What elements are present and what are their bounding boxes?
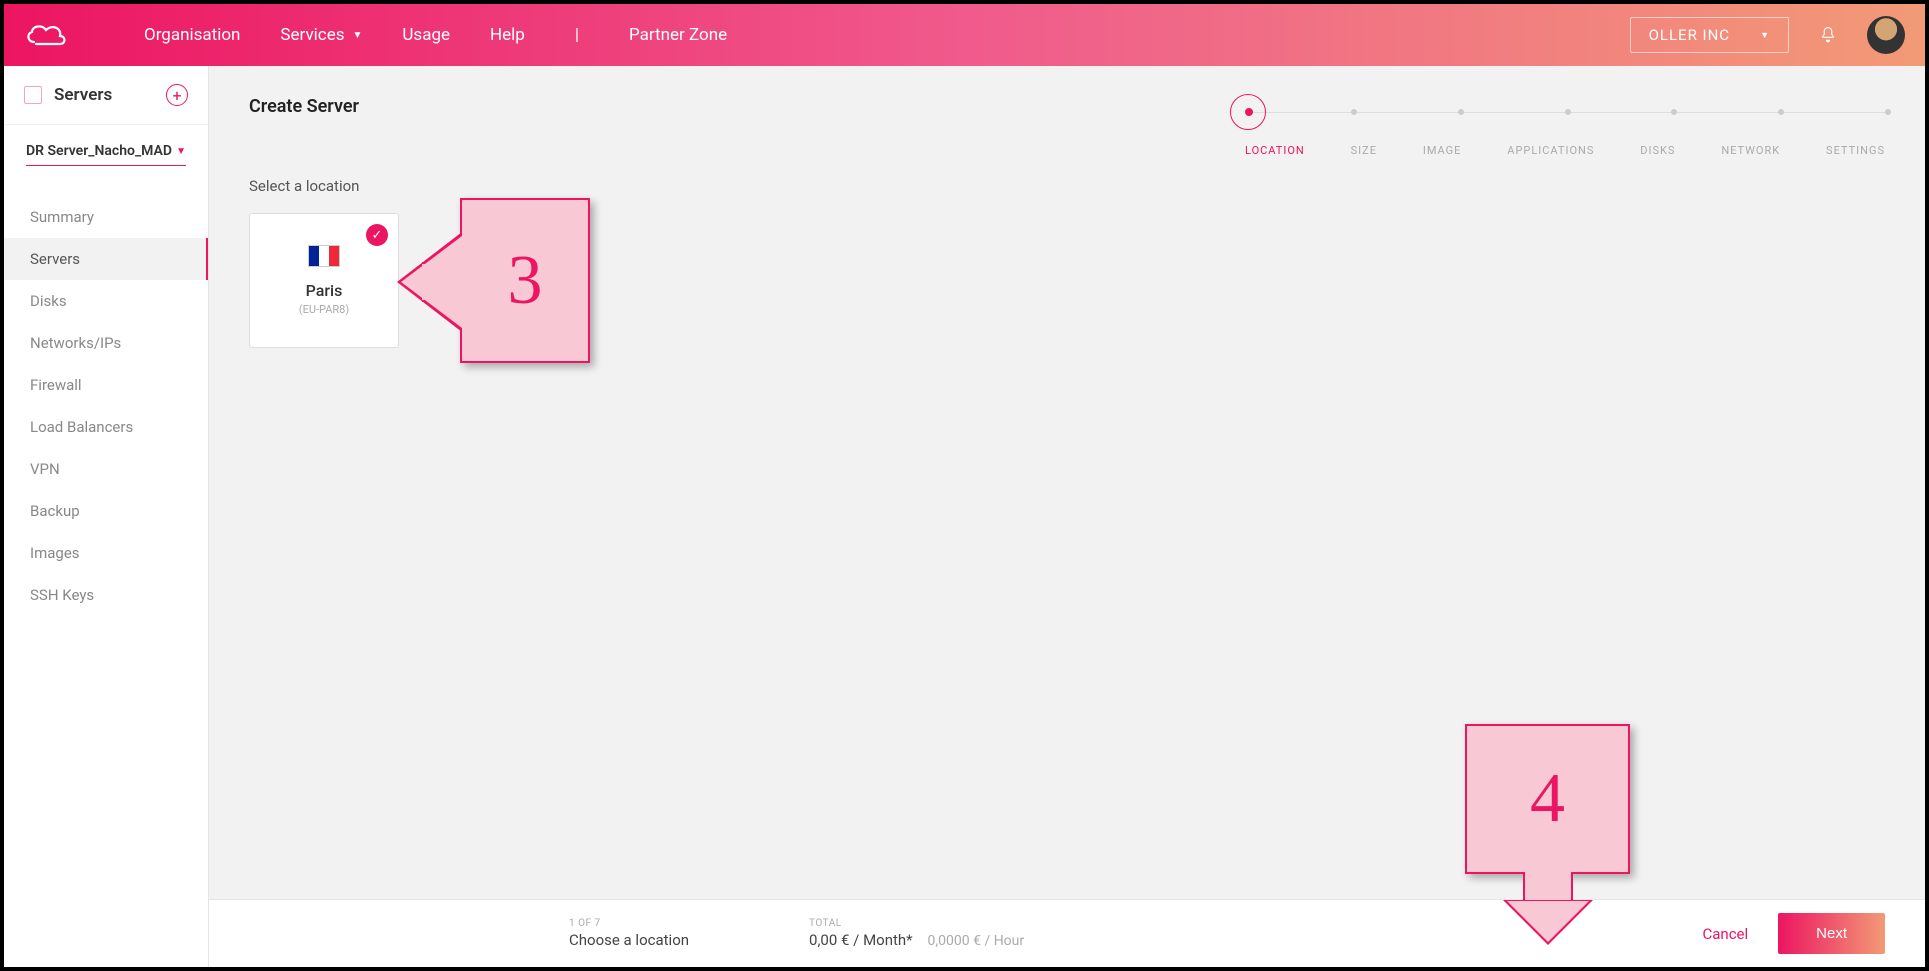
sidebar-item-backup[interactable]: Backup (4, 490, 208, 532)
nav-usage[interactable]: Usage (402, 25, 450, 45)
location-name: Paris (306, 281, 343, 300)
step-dot-network[interactable] (1778, 109, 1784, 115)
server-dropdown[interactable]: DR Server_Nacho_MAD ▼ (26, 143, 186, 166)
check-icon: ✓ (366, 224, 388, 246)
nav-help[interactable]: Help (490, 25, 525, 45)
step-dot-applications[interactable] (1565, 109, 1571, 115)
selected-server-name: DR Server_Nacho_MAD (26, 143, 172, 159)
sidebar-item-disks[interactable]: Disks (4, 280, 208, 322)
step-dot-size[interactable] (1351, 109, 1357, 115)
sidebar-item-loadbalancers[interactable]: Load Balancers (4, 406, 208, 448)
add-server-button[interactable]: + (166, 84, 188, 106)
footer-step-text: Choose a location (569, 931, 689, 949)
sidebar-item-sshkeys[interactable]: SSH Keys (4, 574, 208, 616)
nav-separator: | (575, 25, 579, 45)
footer-bar: 1 OF 7 Choose a location TOTAL 0,00 € / … (209, 899, 1925, 967)
caret-down-icon: ▼ (1760, 30, 1770, 41)
footer-total-label: TOTAL (809, 918, 1024, 929)
location-card-paris[interactable]: ✓ Paris (EU-PAR8) (249, 213, 399, 348)
annotation-callout-4: 4 (1465, 724, 1630, 932)
next-button[interactable]: Next (1778, 913, 1885, 954)
org-dropdown[interactable]: OLLER INC ▼ (1630, 17, 1789, 53)
sidebar: Servers + DR Server_Nacho_MAD ▼ Summary … (4, 66, 209, 967)
step-label-location: LOCATION (1245, 144, 1305, 157)
sidebar-menu: Summary Servers Disks Networks/IPs Firew… (4, 176, 208, 616)
nav-menu: Organisation Services ▼ Usage Help | Part… (144, 25, 727, 45)
step-dot-disks[interactable] (1671, 109, 1677, 115)
sidebar-item-servers[interactable]: Servers (4, 238, 208, 280)
sidebar-item-vpn[interactable]: VPN (4, 448, 208, 490)
org-name: OLLER INC (1649, 26, 1731, 44)
nav-organisation[interactable]: Organisation (144, 25, 240, 45)
step-label-network: NETWORK (1721, 144, 1780, 157)
step-dot-settings[interactable] (1885, 109, 1891, 115)
cancel-button[interactable]: Cancel (1702, 925, 1748, 943)
annotation-number-4: 4 (1530, 759, 1565, 839)
step-label-settings: SETTINGS (1826, 144, 1885, 157)
step-dot-location[interactable] (1245, 108, 1253, 116)
footer-price-month: 0,00 € / Month* (809, 931, 913, 949)
section-label: Select a location (249, 177, 1885, 195)
avatar[interactable] (1867, 16, 1905, 54)
server-selector: DR Server_Nacho_MAD ▼ (4, 125, 208, 176)
step-label-size: SIZE (1351, 144, 1377, 157)
nav-services[interactable]: Services ▼ (280, 25, 362, 45)
sidebar-item-firewall[interactable]: Firewall (4, 364, 208, 406)
bell-icon[interactable] (1819, 26, 1837, 44)
nav-partner-zone[interactable]: Partner Zone (629, 25, 727, 45)
sidebar-item-networks[interactable]: Networks/IPs (4, 322, 208, 364)
top-navbar: Organisation Services ▼ Usage Help | Part… (4, 4, 1925, 66)
nav-services-label: Services (280, 25, 344, 45)
step-label-image: IMAGE (1423, 144, 1462, 157)
flag-france-icon (308, 245, 340, 267)
caret-down-icon: ▼ (176, 146, 186, 157)
caret-down-icon: ▼ (353, 30, 363, 41)
annotation-callout-3: 3 (460, 198, 590, 363)
sidebar-header: Servers + (4, 66, 208, 125)
footer-step-counter: 1 OF 7 (569, 918, 689, 929)
wizard-steps: LOCATION SIZE IMAGE APPLICATIONS DISKS N… (1245, 94, 1885, 157)
topbar-right: OLLER INC ▼ (1630, 16, 1905, 54)
location-code: (EU-PAR8) (299, 303, 349, 316)
logo-icon (24, 20, 84, 50)
footer-price-hour: 0,0000 € / Hour (928, 933, 1025, 949)
sidebar-item-summary[interactable]: Summary (4, 196, 208, 238)
step-label-disks: DISKS (1640, 144, 1675, 157)
step-dot-image[interactable] (1458, 109, 1464, 115)
annotation-number-3: 3 (508, 241, 543, 321)
step-label-applications: APPLICATIONS (1507, 144, 1594, 157)
sidebar-item-images[interactable]: Images (4, 532, 208, 574)
sidebar-title: Servers (54, 85, 112, 105)
servers-icon (24, 86, 42, 104)
